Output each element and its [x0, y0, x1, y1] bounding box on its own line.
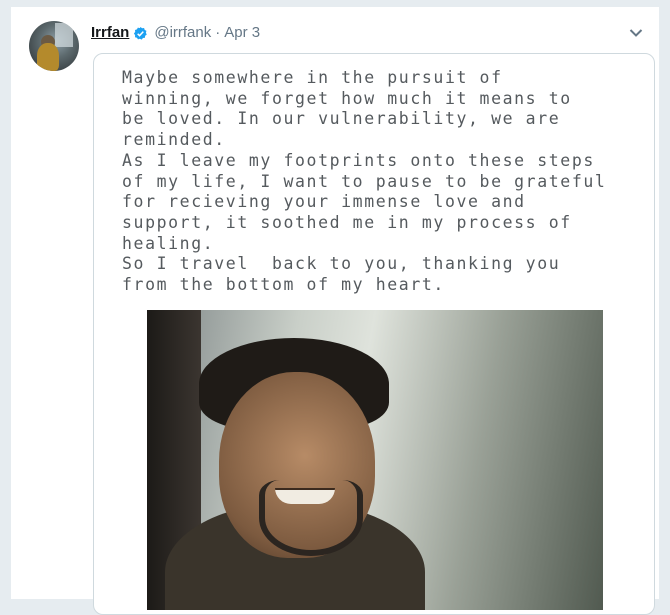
note-line: Maybe somewhere in the pursuit of — [122, 68, 503, 87]
avatar-background-building — [55, 23, 73, 47]
display-name[interactable]: Irrfan — [91, 23, 129, 43]
handle[interactable]: @irrfank — [154, 23, 211, 43]
photo-smile — [275, 488, 335, 504]
tweet-header: Irrfan @irrfank · Apr 3 — [91, 23, 260, 43]
tweet[interactable]: Irrfan @irrfank · Apr 3 Maybe somewhere … — [10, 6, 660, 615]
note-line: of my life, I want to pause to be gratef… — [122, 171, 607, 191]
note-line: be loved. In our vulnerability, we are — [122, 109, 561, 129]
avatar-person — [37, 43, 59, 71]
tweet-date[interactable]: Apr 3 — [224, 23, 260, 43]
note-line: As I leave my footprints onto these step… — [122, 150, 595, 170]
note-line: winning, we forget how much it means to — [122, 88, 572, 108]
portrait-photo — [147, 310, 603, 610]
note-line: reminded. — [122, 130, 226, 150]
note-line: healing. — [122, 233, 215, 253]
note-line: for recieving your immense love and — [122, 192, 526, 212]
note-line: support, it soothed me in my process of — [122, 212, 572, 232]
handwritten-note: Maybe somewhere in the pursuit of winnin… — [122, 68, 652, 296]
more-options-chevron-down-icon[interactable] — [627, 25, 645, 41]
verified-badge-icon — [134, 26, 148, 40]
avatar[interactable] — [29, 21, 79, 71]
note-image-card[interactable]: Maybe somewhere in the pursuit of winnin… — [93, 53, 655, 615]
note-line: So I travel back to you, thanking you — [122, 254, 561, 274]
note-line: from the bottom of my heart. — [122, 275, 445, 295]
separator-dot: · — [215, 24, 221, 41]
